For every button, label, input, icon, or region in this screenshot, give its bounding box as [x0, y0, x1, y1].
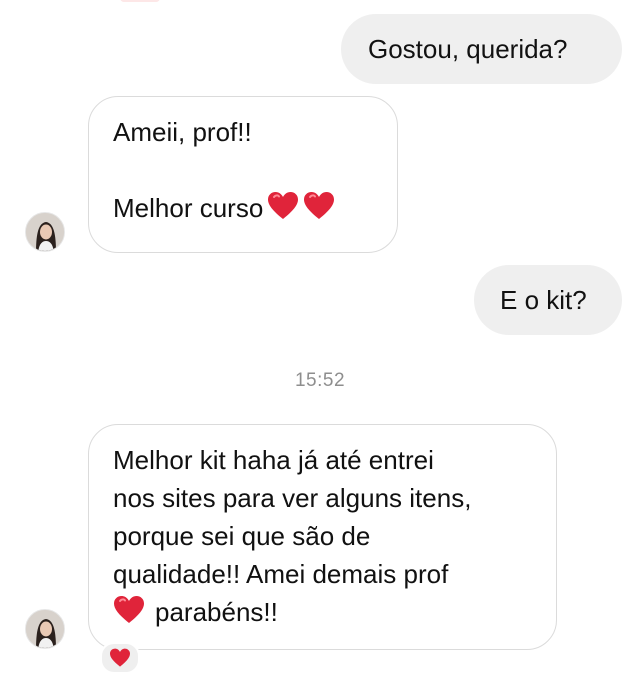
incoming-message-bubble[interactable]: Ameii, prof!! Melhor curso — [88, 96, 398, 253]
message-line: qualidade!! Amei demais prof — [113, 559, 449, 589]
message-line: Melhor kit haha já até entrei — [113, 445, 434, 475]
incoming-message-bubble[interactable]: Melhor kit haha já até entrei nos sites … — [88, 424, 557, 650]
contact-avatar[interactable] — [25, 609, 65, 649]
message-line: nos sites para ver alguns itens, — [113, 483, 472, 513]
top-cutoff-fragment — [120, 0, 160, 2]
message-line-blank — [113, 151, 373, 189]
heart-icon — [110, 648, 130, 667]
message-reaction-badge[interactable] — [100, 642, 140, 674]
avatar-photo — [26, 610, 64, 648]
message-timestamp: 15:52 — [294, 370, 346, 391]
avatar-photo — [26, 213, 64, 251]
contact-avatar[interactable] — [25, 212, 65, 252]
heart-icon — [268, 192, 299, 219]
message-line: parabéns!! — [113, 593, 532, 631]
heart-icon — [304, 192, 335, 219]
message-line: Melhor curso — [113, 189, 373, 227]
message-line: porque sei que são de — [113, 521, 371, 551]
heart-icon — [114, 596, 144, 623]
message-line: Ameii, prof!! — [113, 117, 252, 147]
message-text: Gostou, querida? — [368, 34, 568, 64]
outgoing-message-bubble[interactable]: Gostou, querida? — [341, 14, 622, 84]
message-text: E o kit? — [500, 285, 587, 315]
message-line-text: parabéns!! — [155, 597, 278, 627]
outgoing-message-bubble[interactable]: E o kit? — [474, 265, 622, 335]
message-line-text: Melhor curso — [113, 193, 264, 223]
